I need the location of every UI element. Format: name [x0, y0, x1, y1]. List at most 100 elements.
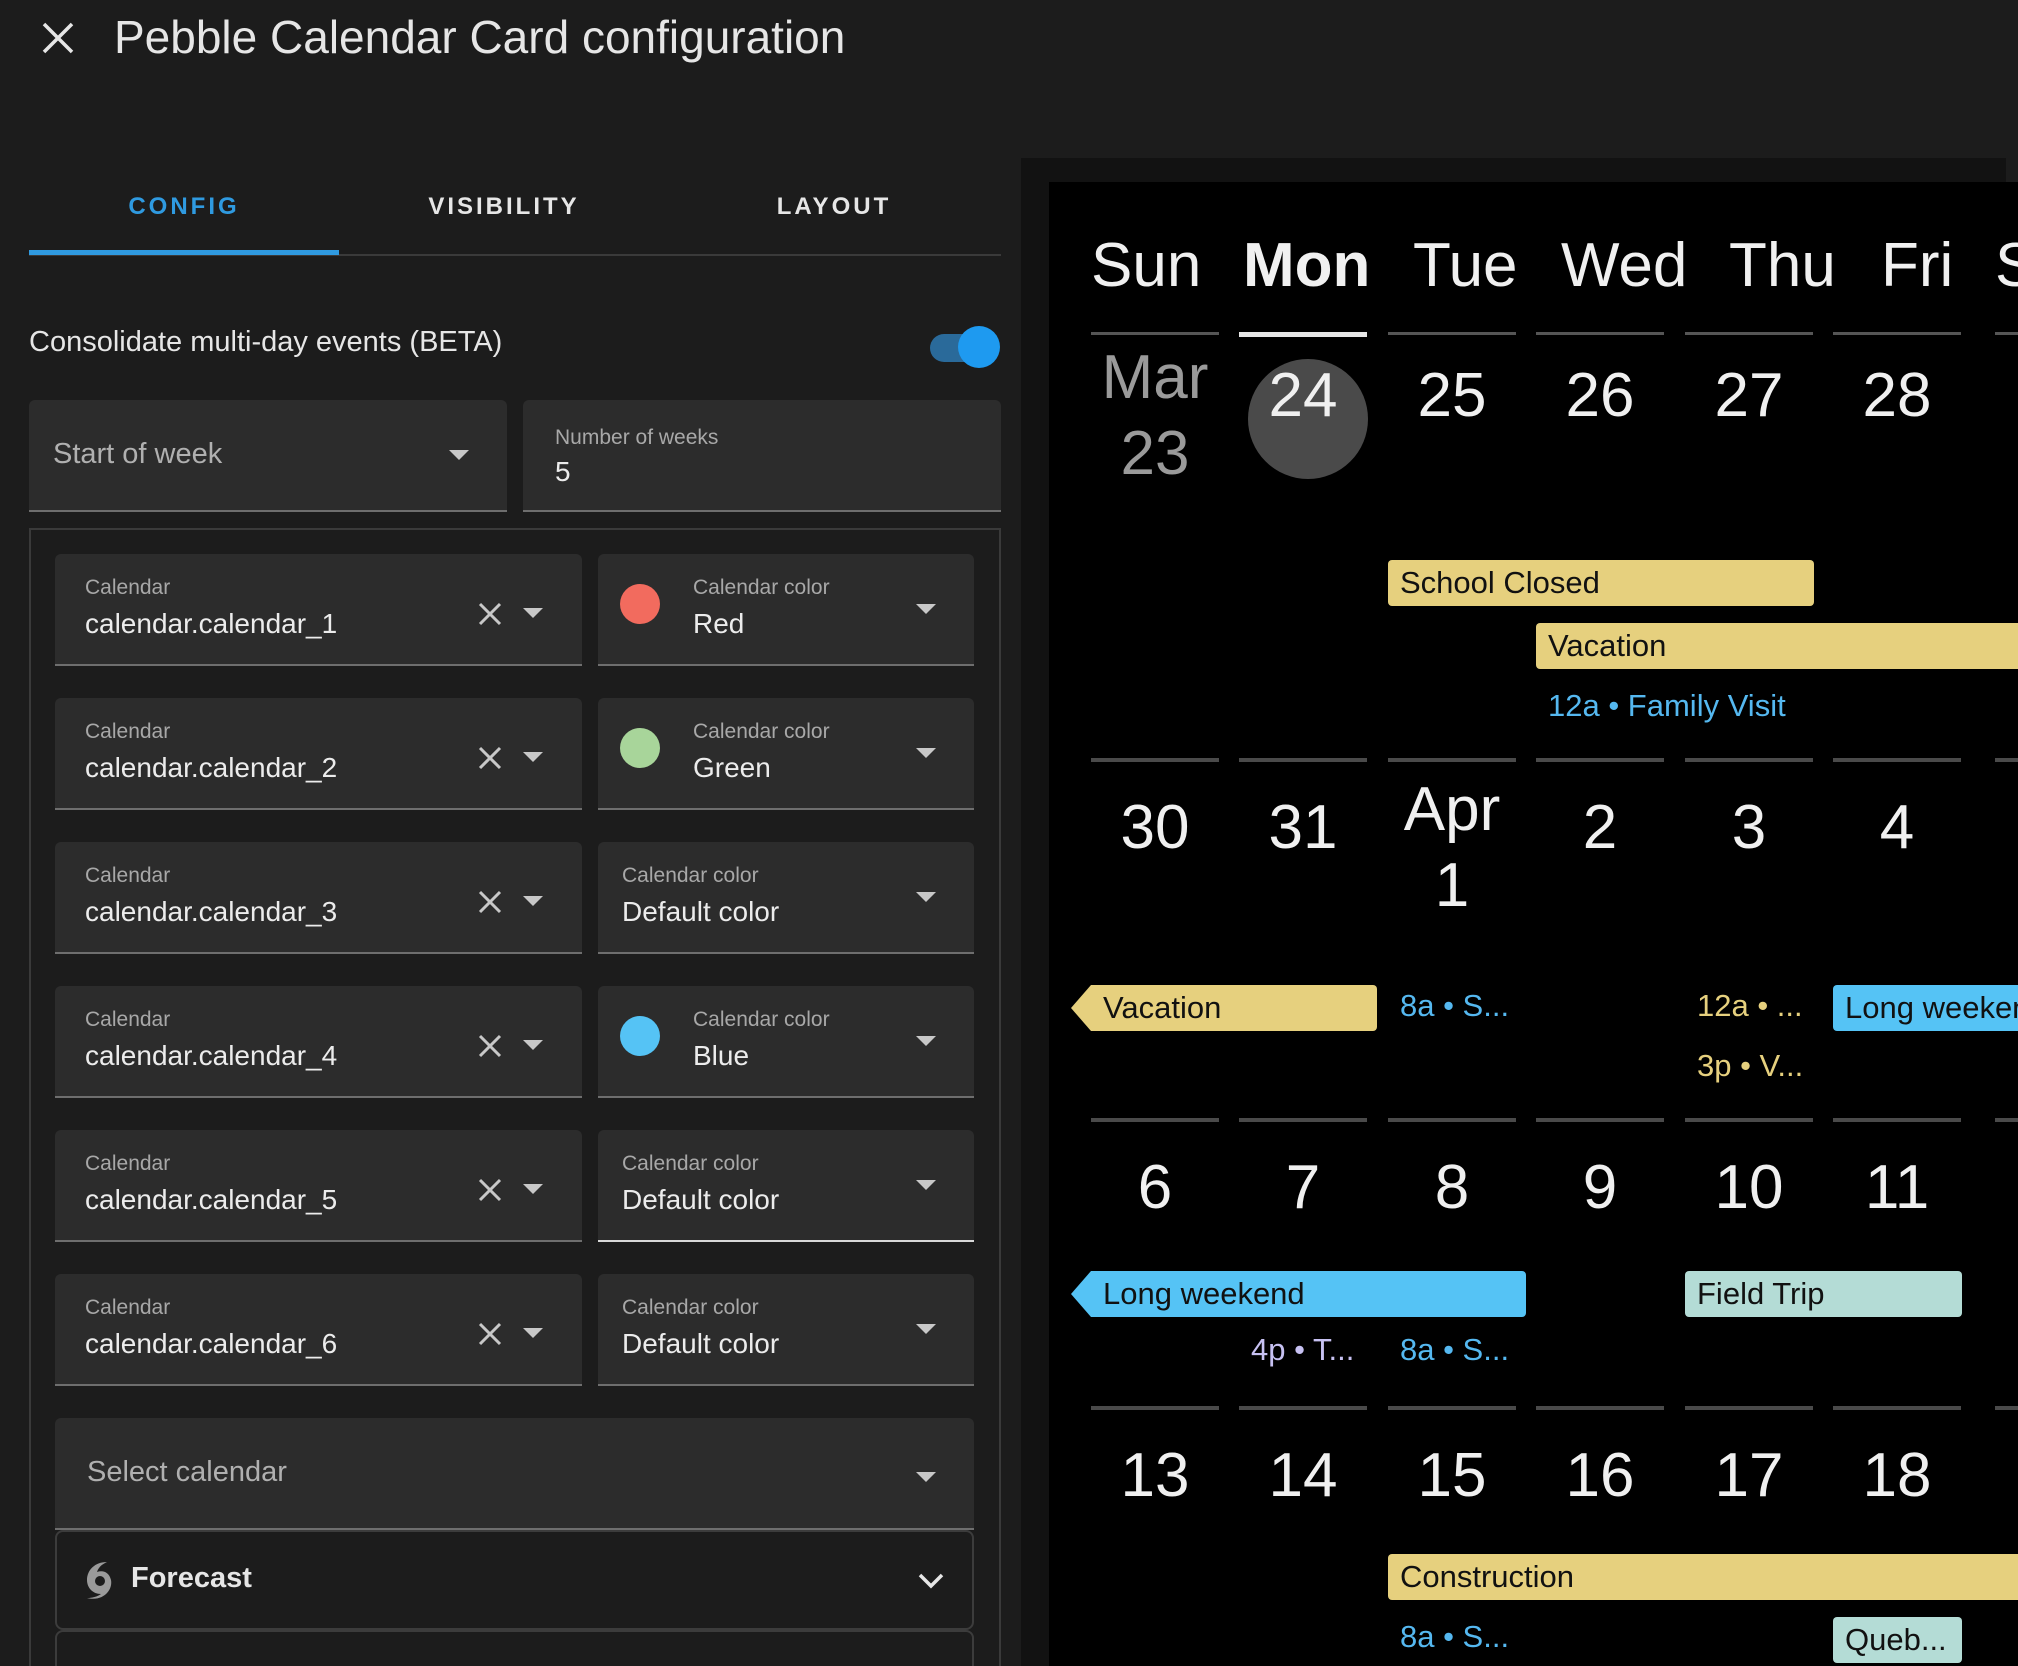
calendar-label: Calendar	[85, 1152, 171, 1175]
day-number[interactable]: 11	[1827, 1152, 1967, 1223]
day-number[interactable]: 17	[1679, 1440, 1819, 1511]
day-number[interactable]: 14	[1233, 1440, 1373, 1511]
day-number[interactable]: 4	[1827, 792, 1967, 863]
calendar-entity-select[interactable]: Calendar calendar.calendar_2	[55, 698, 582, 810]
tab-layout[interactable]: LAYOUT	[669, 160, 999, 254]
calendar-entity-select[interactable]: Calendar calendar.calendar_6	[55, 1274, 582, 1386]
calendar-color-label: Calendar color	[622, 1296, 759, 1319]
calendar-color-select[interactable]: Calendar color Blue	[598, 986, 974, 1098]
week-separator	[1536, 758, 1664, 762]
calendar-color-label: Calendar color	[693, 1008, 830, 1031]
week-separator	[1685, 1118, 1813, 1122]
toggle-thumb	[958, 326, 1000, 368]
day-number[interactable]: 26	[1530, 360, 1670, 431]
day-number[interactable]: 24	[1233, 360, 1373, 431]
day-number[interactable]: 1	[1989, 1440, 2018, 1511]
number-of-weeks-label: Number of weeks	[555, 426, 719, 449]
day-number[interactable]: 2	[1530, 792, 1670, 863]
event-bar-long-weekend[interactable]: Long weekend	[1833, 985, 2018, 1031]
day-number[interactable]: Mar 23	[1085, 340, 1225, 492]
event-bar-field-trip[interactable]: Field Trip	[1685, 1271, 1962, 1317]
day-number[interactable]: 2	[1989, 360, 2018, 431]
day-number[interactable]: 31	[1233, 792, 1373, 863]
calendar-color-value: Blue	[693, 1040, 750, 1071]
chevron-down-icon	[523, 1184, 543, 1194]
forecast-expander[interactable]: Forecast	[55, 1530, 974, 1630]
calendar-entity-select[interactable]: Calendar calendar.calendar_4	[55, 986, 582, 1098]
tab-config[interactable]: CONFIG	[29, 160, 339, 254]
calendar-color-select[interactable]: Calendar color Default color	[598, 1130, 974, 1242]
chevron-down-icon	[916, 892, 936, 902]
forecast-label: Forecast	[131, 1562, 252, 1594]
day-number[interactable]: 27	[1679, 360, 1819, 431]
week-separator	[1995, 758, 2018, 762]
day-number[interactable]: 7	[1233, 1152, 1373, 1223]
clear-icon[interactable]	[475, 743, 505, 773]
weekday-underline	[1833, 332, 1961, 335]
day-number[interactable]: 3	[1679, 792, 1819, 863]
weekday-header: Mon	[1243, 231, 1371, 300]
event-item[interactable]: 8a • S...	[1400, 1619, 1509, 1655]
day-number[interactable]: Apr 1	[1382, 772, 1522, 924]
day-number[interactable]: 28	[1827, 360, 1967, 431]
calendar-entity-select[interactable]: Calendar calendar.calendar_1	[55, 554, 582, 666]
event-bar-queb[interactable]: Queb...	[1833, 1617, 1962, 1663]
calendar-color-select[interactable]: Calendar color Default color	[598, 1274, 974, 1386]
week-separator	[1833, 1118, 1961, 1122]
event-family-visit[interactable]: 12a • Family Visit	[1548, 688, 1786, 724]
weekday-underline	[1388, 332, 1516, 335]
calendar-color-value: Green	[693, 752, 771, 783]
day-number[interactable]: 15	[1382, 1440, 1522, 1511]
calendar-entity-select[interactable]: Calendar calendar.calendar_5	[55, 1130, 582, 1242]
day-number[interactable]: 10	[1679, 1152, 1819, 1223]
consolidate-toggle[interactable]	[928, 326, 1000, 368]
number-of-weeks-field[interactable]: Number of weeks 5	[523, 400, 1001, 512]
calendar-color-label: Calendar color	[693, 720, 830, 743]
event-item[interactable]: 12a • ...	[1697, 988, 1803, 1024]
day-number[interactable]: 16	[1530, 1440, 1670, 1511]
calendar-color-select[interactable]: Calendar color Red	[598, 554, 974, 666]
weekday-header: S	[1995, 231, 2018, 300]
select-calendar-dropdown[interactable]: Select calendar	[55, 1418, 974, 1530]
day-number[interactable]: 8	[1382, 1152, 1522, 1223]
clear-icon[interactable]	[475, 1319, 505, 1349]
chevron-down-icon	[523, 608, 543, 618]
close-button[interactable]	[36, 16, 80, 60]
day-number[interactable]: 30	[1085, 792, 1225, 863]
day-number[interactable]: 5	[1989, 792, 2018, 863]
calendar-entity-select[interactable]: Calendar calendar.calendar_3	[55, 842, 582, 954]
day-number[interactable]: 18	[1827, 1440, 1967, 1511]
week-separator	[1239, 1118, 1367, 1122]
event-item[interactable]: 8a • S...	[1400, 1332, 1509, 1368]
calendar-value: calendar.calendar_6	[85, 1328, 338, 1359]
calendar-label: Calendar	[85, 576, 171, 599]
week-separator	[1995, 1406, 2018, 1410]
event-bar-long-weekend[interactable]: Long weekend	[1091, 1271, 1526, 1317]
event-bar-vacation[interactable]: Vacation	[1091, 985, 1377, 1031]
day-number[interactable]: 6	[1085, 1152, 1225, 1223]
event-item[interactable]: 3p • V...	[1697, 1048, 1803, 1084]
day-number[interactable]: 13	[1085, 1440, 1225, 1511]
event-item[interactable]: 8a • S...	[1400, 988, 1509, 1024]
clear-icon[interactable]	[475, 1031, 505, 1061]
start-of-week-select[interactable]: Start of week	[29, 400, 507, 512]
active-tab-indicator	[29, 250, 339, 255]
event-bar-school-closed[interactable]: School Closed	[1388, 560, 1814, 606]
clear-icon[interactable]	[475, 599, 505, 629]
event-bar-vacation[interactable]: Vacation	[1536, 623, 2018, 669]
event-bar-construction[interactable]: Construction	[1388, 1554, 2018, 1600]
tab-visibility[interactable]: VISIBILITY	[339, 160, 669, 254]
clear-icon[interactable]	[475, 887, 505, 917]
calendar-color-select[interactable]: Calendar color Default color	[598, 842, 974, 954]
clear-icon[interactable]	[475, 1175, 505, 1205]
day-number[interactable]: 9	[1530, 1152, 1670, 1223]
event-item[interactable]: 4p • T...	[1251, 1332, 1354, 1368]
weekday-underline	[1091, 332, 1219, 335]
day-number[interactable]: 1	[1989, 1152, 2018, 1223]
chevron-down-icon	[916, 1180, 936, 1190]
weekday-header: Sun	[1091, 231, 1202, 300]
color-swatch	[620, 1016, 660, 1056]
calendar-color-select[interactable]: Calendar color Green	[598, 698, 974, 810]
week-separator	[1239, 1406, 1367, 1410]
day-number[interactable]: 25	[1382, 360, 1522, 431]
